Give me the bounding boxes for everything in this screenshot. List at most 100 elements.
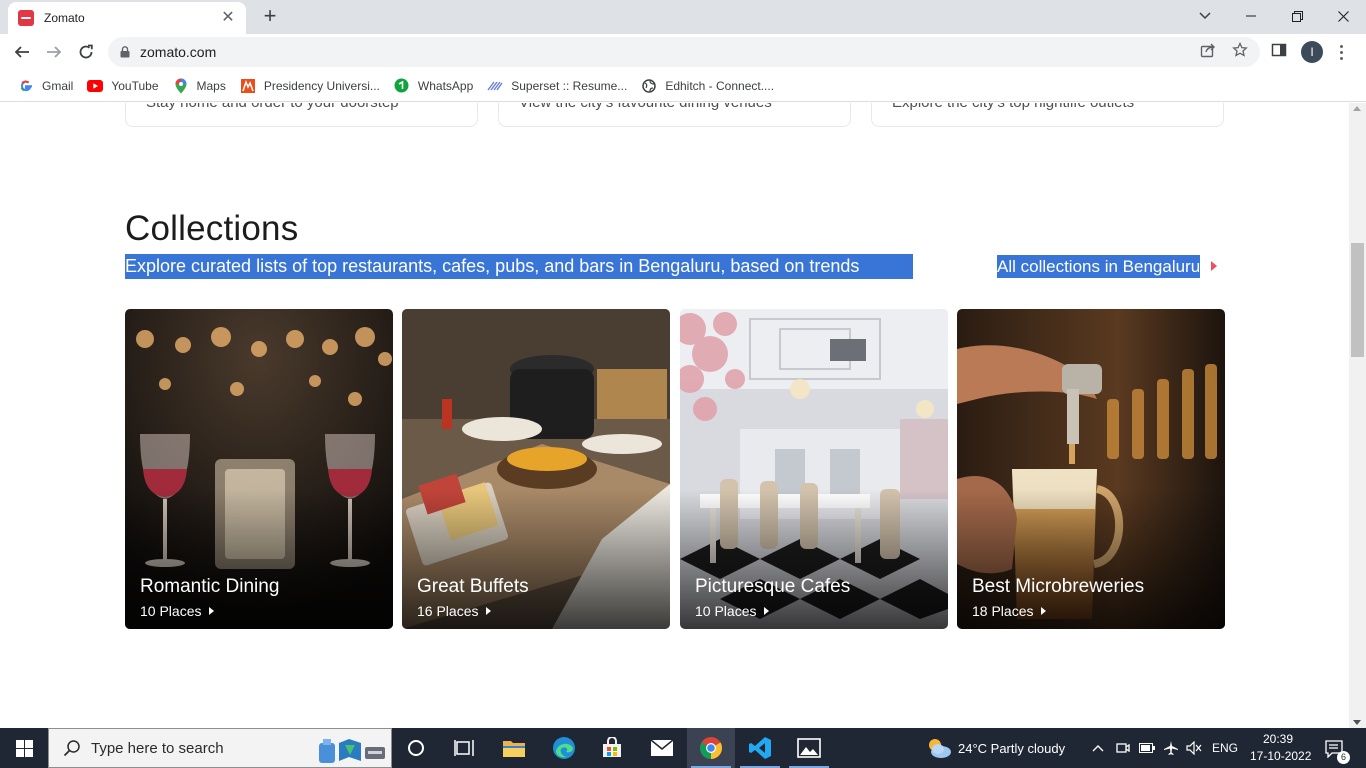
- browser-tab-strip: Zomato ✕ +: [0, 0, 1366, 34]
- collection-count: 10 Places: [140, 603, 215, 619]
- cortana-button[interactable]: [392, 728, 440, 768]
- presidency-icon: [240, 78, 256, 94]
- forward-arrow-icon: [47, 46, 62, 58]
- notification-count-badge: 6: [1337, 751, 1350, 764]
- browser-toolbar: zomato.com I: [0, 34, 1366, 70]
- page-scrollbar[interactable]: [1349, 103, 1366, 728]
- edge-button[interactable]: [540, 728, 588, 768]
- chrome-menu-icon[interactable]: [1333, 40, 1349, 64]
- collection-card-best-microbreweries[interactable]: Best Microbreweries 18 Places: [957, 309, 1225, 629]
- collections-heading: Collections: [125, 209, 299, 248]
- collection-count: 18 Places: [972, 603, 1047, 619]
- battery-icon[interactable]: [1139, 740, 1155, 756]
- cortana-circle-icon: [408, 740, 424, 756]
- collection-name: Picturesque Cafes: [695, 576, 851, 597]
- bookmark-youtube[interactable]: YouTube: [81, 73, 164, 99]
- vscode-icon: [749, 737, 771, 759]
- card-description: Explore the city's top nightlife outlets: [892, 103, 1134, 111]
- scroll-up-arrow-icon[interactable]: [1353, 106, 1361, 111]
- forward-button[interactable]: [40, 38, 68, 66]
- mail-button[interactable]: [638, 728, 686, 768]
- tab-close-icon[interactable]: ✕: [220, 10, 236, 26]
- start-button[interactable]: [0, 728, 48, 768]
- task-view-button[interactable]: [440, 728, 488, 768]
- caret-right-icon: [1041, 607, 1047, 615]
- collection-name: Romantic Dining: [140, 576, 280, 597]
- meet-now-icon[interactable]: [1115, 740, 1131, 756]
- collections-subtitle: Explore curated lists of top restaurants…: [125, 254, 913, 279]
- tab-title: Zomato: [44, 11, 85, 25]
- notifications-icon[interactable]: 6: [1324, 738, 1350, 764]
- collection-name: Great Buffets: [417, 576, 529, 597]
- photos-button[interactable]: [785, 728, 833, 768]
- clock-time[interactable]: 20:39: [1263, 732, 1293, 746]
- weather-partly-cloudy-icon[interactable]: [926, 737, 952, 759]
- close-window-button[interactable]: [1320, 0, 1366, 32]
- card-description: Stay home and order to your doorstep: [146, 103, 399, 111]
- chevron-right-icon[interactable]: [1211, 261, 1217, 271]
- collection-card-great-buffets[interactable]: Great Buffets 16 Places: [402, 309, 670, 629]
- windows-logo-icon: [15, 739, 33, 757]
- volume-muted-icon[interactable]: [1186, 740, 1202, 756]
- caret-right-icon: [486, 607, 492, 615]
- chevron-up-icon[interactable]: [1090, 740, 1106, 756]
- weather-text[interactable]: 24°C Partly cloudy: [958, 741, 1065, 756]
- taskbar-search-box[interactable]: Type here to search: [48, 728, 392, 768]
- search-placeholder: Type here to search: [91, 739, 224, 757]
- scroll-down-arrow-icon[interactable]: [1353, 720, 1361, 725]
- order-online-card[interactable]: Stay home and order to your doorstep: [125, 103, 478, 127]
- reload-button[interactable]: [72, 38, 100, 66]
- file-explorer-button[interactable]: [490, 728, 538, 768]
- share-icon[interactable]: [1199, 41, 1217, 59]
- nightlife-card[interactable]: Explore the city's top nightlife outlets: [871, 103, 1224, 127]
- new-tab-button[interactable]: +: [258, 4, 282, 28]
- collection-name: Best Microbreweries: [972, 576, 1145, 597]
- url-text: zomato.com: [140, 44, 217, 60]
- photos-icon: [797, 738, 821, 758]
- airplane-mode-icon[interactable]: [1163, 740, 1179, 756]
- tab-zomato[interactable]: Zomato ✕: [8, 2, 246, 34]
- chrome-icon: [700, 737, 722, 759]
- vscode-button[interactable]: [736, 728, 784, 768]
- page-viewport: Stay home and order to your doorstep Vie…: [0, 103, 1366, 728]
- bookmark-presidency[interactable]: Presidency Universi...: [234, 73, 386, 99]
- reload-icon: [79, 44, 93, 59]
- chrome-button[interactable]: [687, 728, 735, 768]
- gmail-icon: [18, 78, 34, 94]
- bookmark-edhitch[interactable]: Edhitch - Connect....: [635, 73, 780, 99]
- profile-avatar[interactable]: I: [1301, 41, 1323, 63]
- bookmarks-bar: Gmail YouTube Maps Presidency Universi..…: [0, 70, 1366, 102]
- bookmark-gmail[interactable]: Gmail: [12, 73, 79, 99]
- clock-date[interactable]: 17-10-2022: [1250, 749, 1311, 763]
- caret-right-icon: [764, 607, 770, 615]
- collection-count: 10 Places: [695, 603, 770, 619]
- minimize-button[interactable]: [1228, 0, 1274, 32]
- restore-button[interactable]: [1274, 0, 1320, 32]
- bookmark-star-icon[interactable]: [1231, 41, 1249, 59]
- all-collections-link[interactable]: All collections in Bengaluru: [997, 255, 1201, 278]
- lock-icon[interactable]: [120, 46, 130, 58]
- language-indicator[interactable]: ENG: [1212, 741, 1238, 755]
- task-view-icon: [454, 740, 474, 756]
- collection-count: 16 Places: [417, 603, 492, 619]
- bookmark-superset[interactable]: Superset :: Resume...: [481, 73, 633, 99]
- back-button[interactable]: [8, 38, 36, 66]
- edge-icon: [553, 737, 575, 759]
- address-bar[interactable]: zomato.com: [108, 37, 1260, 67]
- side-panel-icon[interactable]: [1270, 41, 1288, 59]
- dining-card[interactable]: View the city's favourite dining venues: [498, 103, 851, 127]
- youtube-icon: [87, 78, 104, 94]
- bookmark-whatsapp[interactable]: WhatsApp: [388, 73, 479, 99]
- mail-icon: [650, 739, 674, 756]
- collection-card-picturesque-cafes[interactable]: Picturesque Cafes 10 Places: [680, 309, 948, 629]
- bookmark-maps[interactable]: Maps: [167, 73, 232, 99]
- superset-icon: [487, 78, 503, 94]
- store-button[interactable]: [588, 728, 636, 768]
- collection-card-romantic-dining[interactable]: Romantic Dining 10 Places: [125, 309, 393, 629]
- back-arrow-icon: [14, 46, 29, 58]
- tab-search-icon[interactable]: [1192, 4, 1218, 28]
- windows-taskbar: Type here to search 24°C Partly cloudy E…: [0, 728, 1366, 768]
- globe-icon: [641, 78, 657, 94]
- search-highlight-icon: [319, 739, 385, 763]
- scrollbar-thumb[interactable]: [1351, 243, 1364, 357]
